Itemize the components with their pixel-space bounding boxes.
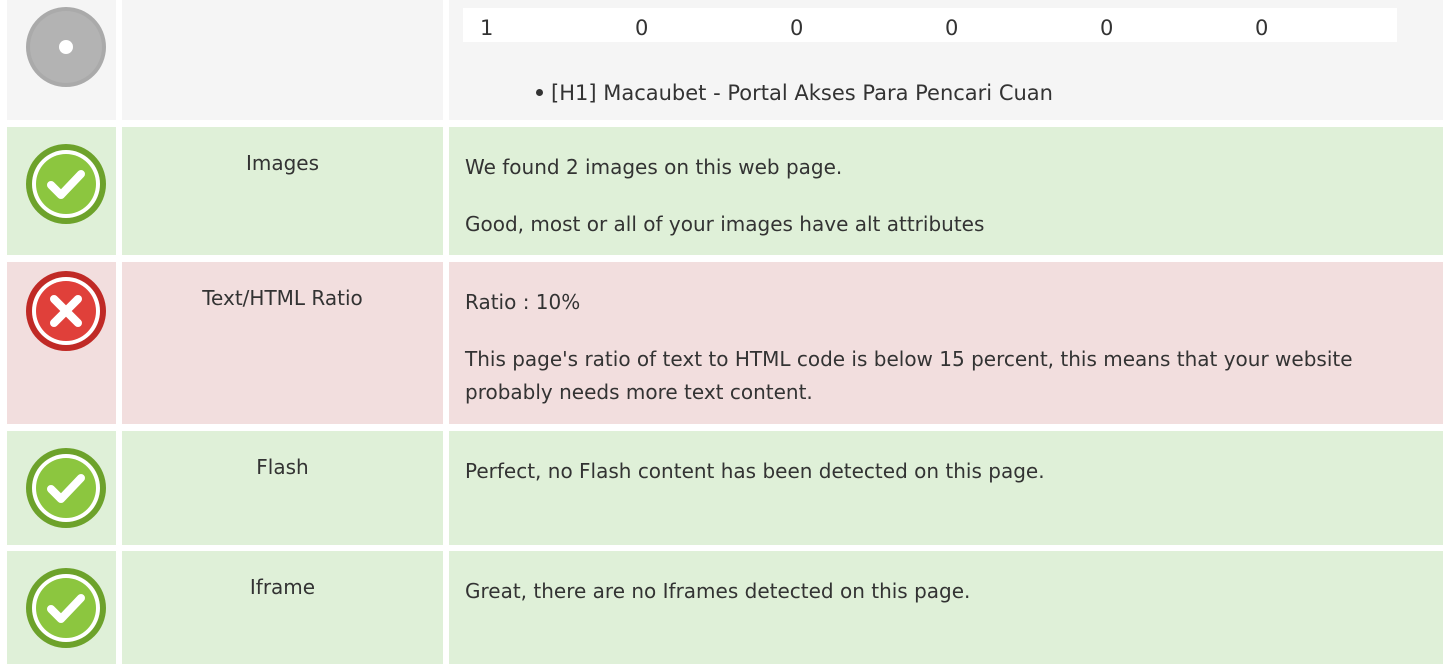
flash-desc: Perfect, no Flash content has been detec…	[449, 431, 1443, 545]
check-row-flash: Flash Perfect, no Flash content has been…	[0, 431, 1443, 545]
check-icon	[25, 567, 107, 649]
h1-count: 1	[480, 16, 494, 40]
images-label: Images	[122, 127, 443, 255]
h2-count: 0	[635, 16, 649, 40]
ratio-label: Text/HTML Ratio	[122, 262, 443, 424]
flash-label: Flash	[122, 431, 443, 545]
headings-icon-cell	[7, 0, 116, 120]
h6-count: 0	[1255, 16, 1269, 40]
check-row-iframe: Iframe Great, there are no Iframes detec…	[0, 551, 1443, 664]
iframe-icon-cell	[7, 551, 116, 664]
heading-count-table: 1 0 0 0 0 0	[463, 8, 1397, 42]
bullet-icon	[536, 88, 543, 96]
heading-text: [H1] Macaubet - Portal Akses Para Pencar…	[551, 81, 1053, 105]
headings-row: 1 0 0 0 0 0 [H1] Macaubet - Portal Akses…	[0, 0, 1443, 120]
iframe-line-1: Great, there are no Iframes detected on …	[465, 579, 971, 603]
h5-count: 0	[1100, 16, 1114, 40]
iframe-label: Iframe	[122, 551, 443, 664]
images-icon-cell	[7, 127, 116, 255]
info-icon	[25, 6, 107, 88]
check-row-images: Images We found 2 images on this web pag…	[0, 127, 1443, 255]
heading-list-item: [H1] Macaubet - Portal Akses Para Pencar…	[536, 77, 1053, 110]
check-icon	[25, 447, 107, 529]
images-line-2: Good, most or all of your images have al…	[465, 212, 985, 236]
check-row-text-html-ratio: Text/HTML Ratio Ratio : 10% This page's …	[0, 262, 1443, 424]
check-icon	[25, 143, 107, 225]
h3-count: 0	[790, 16, 804, 40]
iframe-desc: Great, there are no Iframes detected on …	[449, 551, 1443, 664]
flash-icon-cell	[7, 431, 116, 545]
flash-line-1: Perfect, no Flash content has been detec…	[465, 459, 1045, 483]
images-line-1: We found 2 images on this web page.	[465, 155, 843, 179]
ratio-icon-cell	[7, 262, 116, 424]
cross-icon	[25, 270, 107, 352]
h4-count: 0	[945, 16, 959, 40]
ratio-desc: Ratio : 10% This page's ratio of text to…	[449, 262, 1443, 424]
headings-desc-cell: 1 0 0 0 0 0 [H1] Macaubet - Portal Akses…	[449, 0, 1443, 120]
ratio-line-2: This page's ratio of text to HTML code i…	[465, 347, 1353, 404]
ratio-line-1: Ratio : 10%	[465, 290, 581, 314]
images-desc: We found 2 images on this web page. Good…	[449, 127, 1443, 255]
headings-label-cell	[122, 0, 443, 120]
